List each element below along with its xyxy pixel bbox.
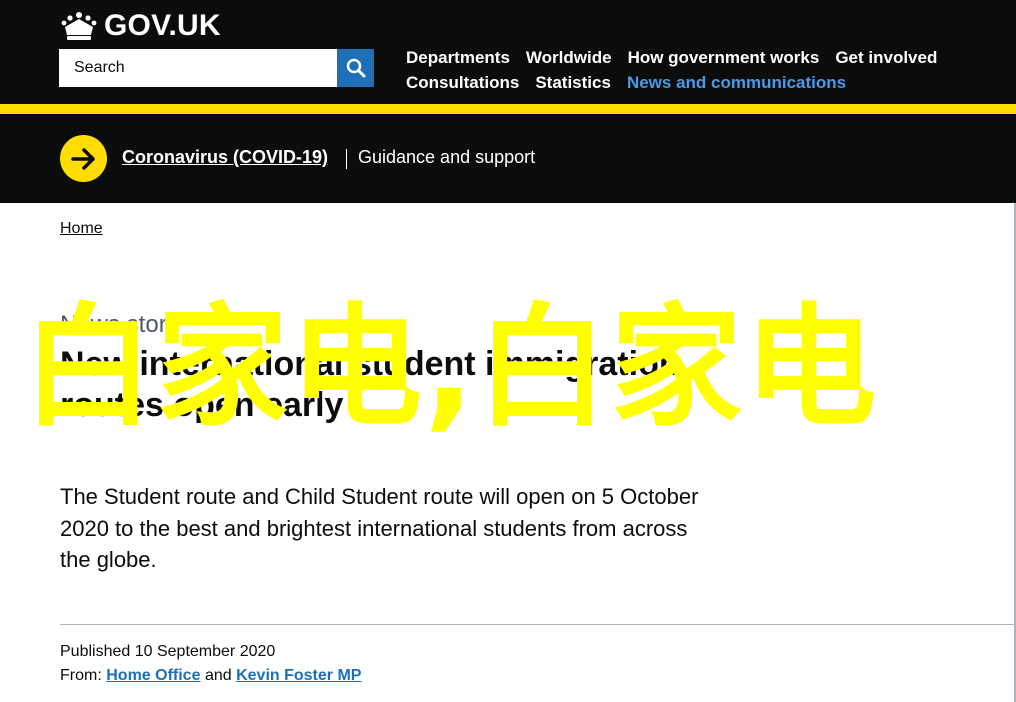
nav-link-how-government-works[interactable]: How government works — [628, 48, 820, 68]
from-org-link[interactable]: Home Office — [106, 667, 200, 684]
breadcrumb-home[interactable]: Home — [60, 220, 103, 238]
article-lede: The Student route and Child Student rout… — [60, 484, 699, 572]
published-label: Published — [60, 643, 131, 660]
search-input[interactable] — [59, 49, 337, 87]
from-label: From: — [60, 667, 102, 684]
from-person-link[interactable]: Kevin Foster MP — [236, 667, 361, 684]
covid-arrow-badge[interactable] — [60, 135, 107, 182]
published-date: 10 September 2020 — [134, 643, 276, 660]
nav-link-news-and-communications[interactable]: News and communications — [627, 73, 846, 93]
govuk-logo[interactable]: GOV.UK — [60, 9, 221, 43]
covid-separator — [346, 149, 347, 169]
covid-banner: Coronavirus (COVID-19) Guidance and supp… — [0, 114, 1016, 203]
crown-icon — [61, 12, 97, 40]
header-accent-rule — [0, 104, 1016, 114]
nav-row-2: Consultations Statistics News and commun… — [406, 70, 966, 95]
nav-row-1: Departments Worldwide How government wor… — [406, 45, 966, 70]
from-and: and — [204, 667, 232, 684]
from-line: From: Home Office and Kevin Foster MP — [60, 667, 361, 685]
search-form — [59, 49, 374, 87]
logo-text: GOV.UK — [104, 9, 221, 42]
search-button[interactable] — [337, 49, 374, 87]
published-line: Published 10 September 2020 — [60, 643, 275, 661]
site-header: GOV.UK Departments Worldwide How governm… — [0, 0, 1016, 104]
nav-link-departments[interactable]: Departments — [406, 48, 510, 68]
main-nav: Departments Worldwide How government wor… — [406, 45, 966, 95]
arrow-right-icon — [70, 147, 95, 170]
covid-link[interactable]: Coronavirus (COVID-19) — [122, 147, 328, 168]
covid-guidance-text: Guidance and support — [358, 147, 536, 167]
nav-link-statistics[interactable]: Statistics — [535, 73, 611, 93]
search-icon — [346, 58, 365, 78]
nav-link-consultations[interactable]: Consultations — [406, 73, 519, 93]
nav-link-worldwide[interactable]: Worldwide — [526, 48, 612, 68]
nav-link-get-involved[interactable]: Get involved — [835, 48, 937, 68]
overlay-watermark-text: 白家电,白家电 — [22, 291, 879, 445]
metadata-divider — [60, 624, 1016, 625]
